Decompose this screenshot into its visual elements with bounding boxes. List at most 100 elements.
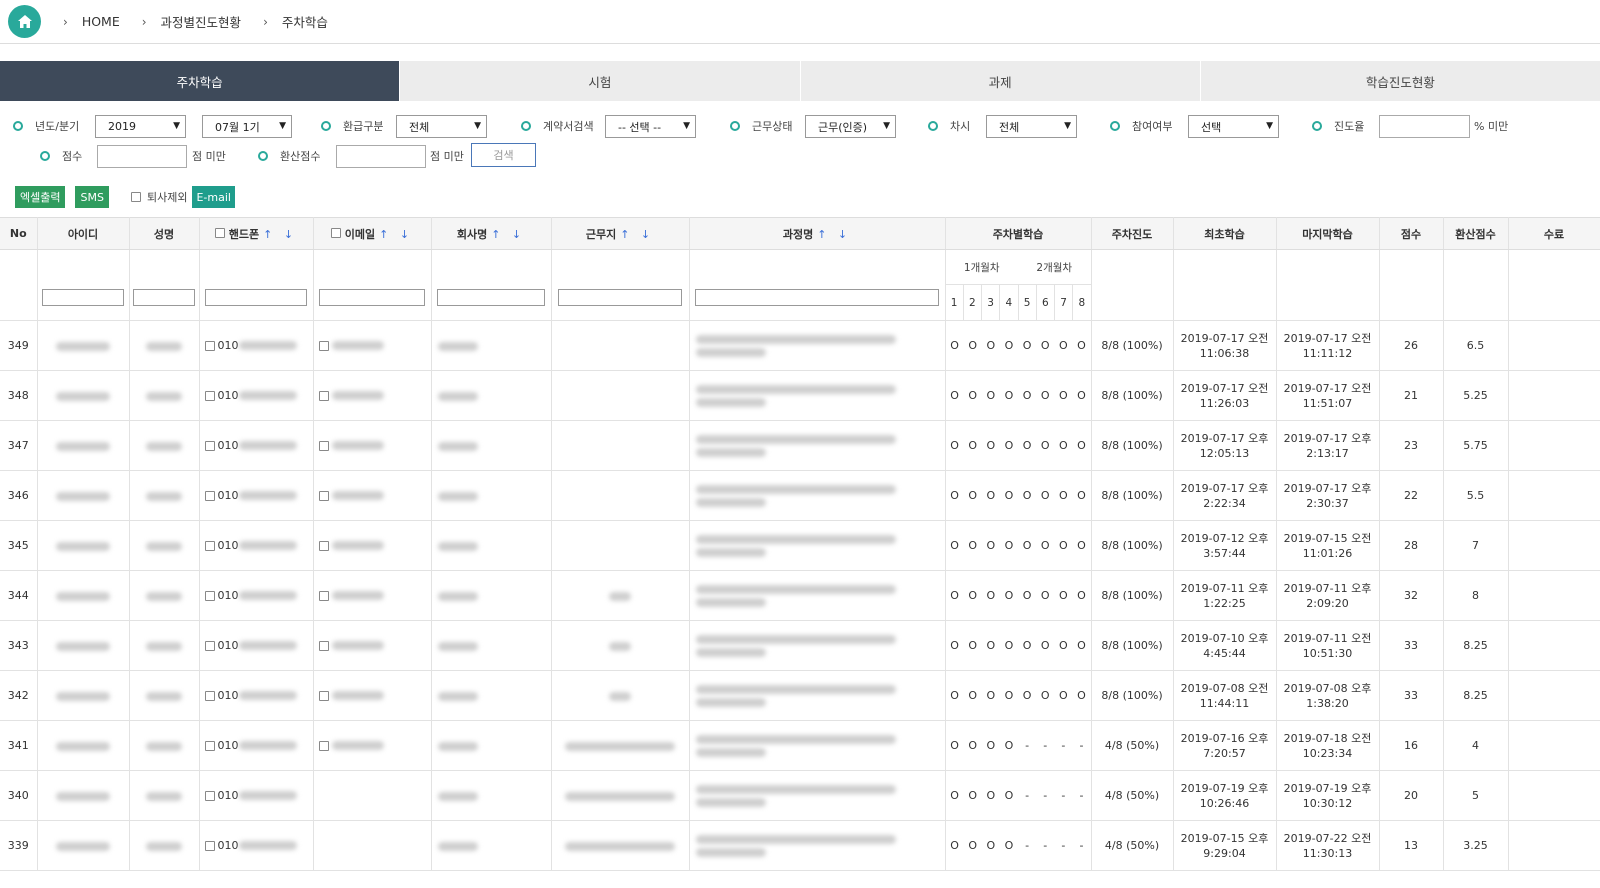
table-row[interactable]: 339 010 O O O O - - - -4/8 (50%) 2019-07-15 오후 9:29… [0, 820, 1600, 871]
row-last-study: 2019-07-18 오전 10:23:34 [1276, 720, 1380, 771]
table-row[interactable]: 349 010 O O O O O O O O 8/8 (100%) 2019-07-17 오전 11:… [0, 320, 1600, 371]
contract-filter-label[interactable]: 계약서검색 [521, 115, 594, 137]
progress-filter-label[interactable]: 진도율 [1312, 115, 1364, 137]
tab-exam[interactable]: 시험 [399, 61, 800, 101]
phone-checkbox[interactable] [204, 690, 215, 701]
email-checkbox[interactable] [318, 690, 329, 701]
radio-icon[interactable] [13, 121, 23, 131]
table-row[interactable]: 345 010 O O O O O O O O 8/8 (100%) 2019-07-12 오후 3:5… [0, 520, 1600, 571]
progress-input[interactable] [1379, 115, 1470, 138]
quarter-select[interactable]: 07월 1기 ▼ [202, 115, 292, 138]
week-status: - [1025, 839, 1030, 852]
email-checkbox[interactable] [318, 640, 329, 651]
round-select[interactable]: 전체 ▼ [986, 115, 1077, 138]
radio-icon[interactable] [1312, 121, 1322, 131]
phone-checkbox[interactable] [204, 840, 215, 851]
table-row[interactable]: 348 010 O O O O O O O O 8/8 (100%) 2019-07-17 오전 11:… [0, 370, 1600, 421]
phone-checkbox[interactable] [204, 640, 215, 651]
conv-score-filter-label[interactable]: 환산점수 [258, 145, 320, 167]
sort-arrows[interactable]: ↑ ↓ [817, 228, 851, 241]
email-button[interactable]: E-mail [192, 186, 235, 208]
workplace-filter-input[interactable] [558, 288, 682, 306]
radio-icon[interactable] [730, 121, 740, 131]
email-checkbox[interactable] [318, 540, 329, 551]
email-checkbox[interactable] [318, 340, 329, 351]
phone-checkbox[interactable] [204, 540, 215, 551]
id-filter-input[interactable] [42, 288, 124, 306]
contract-select[interactable]: -- 선택 -- ▼ [605, 115, 696, 138]
phone-checkbox[interactable] [204, 790, 215, 801]
course-filter-input[interactable] [694, 288, 940, 306]
score-input[interactable] [97, 145, 187, 168]
tab-assignment[interactable]: 과제 [799, 61, 1200, 101]
table-row[interactable]: 342 010 O O O O O O O O 8/8 (100%) 2019-07-08 오전 11:… [0, 670, 1600, 721]
table-row[interactable]: 341 010 O O O O - - - -4/8 (50%) 2019-07-16 오후 7:20… [0, 720, 1600, 771]
round-filter-label[interactable]: 차시 [928, 115, 970, 137]
phone-filter-input[interactable] [205, 288, 307, 306]
email-checkbox[interactable] [318, 390, 329, 401]
sort-arrows[interactable]: ↑ ↓ [379, 228, 413, 241]
radio-icon[interactable] [521, 121, 531, 131]
participate-filter-label[interactable]: 참여여부 [1110, 115, 1172, 137]
week-status: - [1079, 789, 1084, 802]
row-course [689, 370, 946, 421]
work-status-select[interactable]: 근무(인증) ▼ [805, 115, 896, 138]
phone-checkbox[interactable] [204, 390, 215, 401]
refund-select[interactable]: 전체 ▼ [396, 115, 487, 138]
redacted-text [695, 598, 766, 607]
email-filter-input[interactable] [319, 288, 425, 306]
participate-select[interactable]: 선택 ▼ [1188, 115, 1279, 138]
phone-checkbox[interactable] [204, 340, 215, 351]
radio-icon[interactable] [928, 121, 938, 131]
sort-arrows[interactable]: ↑ ↓ [620, 228, 654, 241]
radio-icon[interactable] [1110, 121, 1120, 131]
work-status-filter-label[interactable]: 근무상태 [730, 115, 792, 137]
radio-icon[interactable] [258, 151, 268, 161]
col-workplace: 근무지 ↑ ↓ [551, 217, 690, 250]
redacted-text [331, 341, 384, 350]
phone-checkbox[interactable] [204, 490, 215, 501]
tab-progress-status[interactable]: 학습진도현황 [1199, 61, 1600, 101]
email-checkbox[interactable] [318, 440, 329, 451]
radio-icon[interactable] [321, 121, 331, 131]
week-status: O [968, 739, 978, 752]
sort-arrows[interactable]: ↑ ↓ [263, 228, 297, 241]
row-first-study: 2019-07-11 오후 1:22:25 [1173, 570, 1277, 621]
refund-filter-label[interactable]: 환급구분 [321, 115, 383, 137]
week-status: O [1058, 639, 1068, 652]
phone-checkbox[interactable] [204, 590, 215, 601]
name-filter-input[interactable] [132, 288, 196, 306]
row-email [313, 620, 432, 671]
email-checkbox[interactable] [318, 740, 329, 751]
sms-button[interactable]: SMS [75, 186, 109, 208]
conv-score-input[interactable] [336, 145, 426, 168]
phone-checkbox[interactable] [204, 440, 215, 451]
table-row[interactable]: 346 010 O O O O O O O O 8/8 (100%) 2019-07-17 오후 2:2… [0, 470, 1600, 521]
row-name [129, 570, 200, 621]
breadcrumb-home[interactable]: HOME [82, 14, 120, 29]
year-select[interactable]: 2019 ▼ [95, 115, 186, 138]
select-all-phone-checkbox[interactable] [214, 227, 225, 238]
exclude-resigned-checkbox[interactable] [130, 192, 141, 202]
radio-icon[interactable] [40, 151, 50, 161]
year-filter-label[interactable]: 년도/분기 [13, 115, 79, 137]
table-row[interactable]: 343 010 O O O O O O O O 8/8 (100%) 2019-07-10 오후 4:4… [0, 620, 1600, 671]
score-filter-label[interactable]: 점수 [40, 145, 82, 167]
week-status: O [1058, 439, 1068, 452]
company-filter-input[interactable] [437, 288, 545, 306]
select-all-email-checkbox[interactable] [330, 227, 341, 238]
home-button[interactable] [8, 5, 41, 38]
row-no: 342 [0, 670, 38, 721]
breadcrumb-course-progress[interactable]: 과정별진도현황 [161, 12, 242, 31]
table-row[interactable]: 347 010 O O O O O O O O 8/8 (100%) 2019-07-17 오후 12:… [0, 420, 1600, 471]
search-button[interactable]: 검색 [471, 143, 536, 167]
excel-export-button[interactable]: 엑셀출력 [15, 186, 66, 208]
sort-arrows[interactable]: ↑ ↓ [491, 228, 525, 241]
phone-checkbox[interactable] [204, 740, 215, 751]
email-checkbox[interactable] [318, 490, 329, 501]
table-row[interactable]: 344 010 O O O O O O O O 8/8 (100%) 2019-07-11 오후 1:2… [0, 570, 1600, 621]
tab-weekly[interactable]: 주차학습 [0, 61, 400, 101]
redacted-text [331, 391, 384, 400]
table-row[interactable]: 340 010 O O O O - - - -4/8 (50%) 2019-07-19 오후 10:2… [0, 770, 1600, 821]
email-checkbox[interactable] [318, 590, 329, 601]
